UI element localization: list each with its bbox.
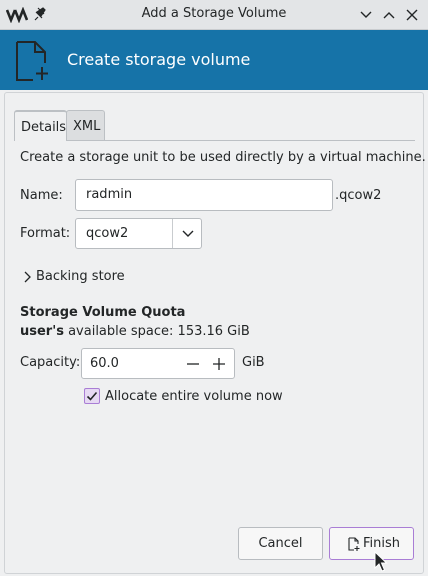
tab-divider bbox=[14, 140, 415, 141]
format-label: Format: bbox=[20, 226, 71, 241]
chevron-down-icon bbox=[360, 11, 372, 18]
name-suffix: .qcow2 bbox=[335, 188, 382, 203]
quota-user: user's bbox=[20, 324, 64, 339]
capacity-increment-button[interactable] bbox=[211, 356, 227, 372]
plus-icon bbox=[213, 358, 225, 370]
minus-icon bbox=[187, 363, 199, 365]
description-text: Create a storage unit to be used directl… bbox=[20, 150, 426, 165]
capacity-label: Capacity: bbox=[20, 355, 81, 370]
new-file-icon bbox=[16, 41, 48, 81]
capacity-spinbox[interactable]: 60.0 bbox=[81, 348, 235, 379]
quota-title: Storage Volume Quota bbox=[20, 305, 186, 320]
capacity-unit: GiB bbox=[242, 355, 265, 370]
capacity-decrement-button[interactable] bbox=[185, 356, 201, 372]
backing-store-label: Backing store bbox=[36, 269, 125, 284]
checkmark-icon bbox=[86, 391, 98, 401]
name-input[interactable]: radmin bbox=[75, 179, 333, 211]
header-banner: Create storage volume bbox=[0, 30, 428, 90]
quota-available-space: user's available space: 153.16 GiB bbox=[20, 324, 250, 339]
cancel-button[interactable]: Cancel bbox=[238, 527, 323, 560]
allocate-checkbox[interactable] bbox=[84, 388, 100, 404]
combo-separator bbox=[172, 219, 173, 248]
tab-xml[interactable]: XML bbox=[66, 110, 105, 141]
minimize-button[interactable] bbox=[358, 7, 374, 23]
close-button[interactable] bbox=[404, 7, 420, 23]
capacity-value: 60.0 bbox=[90, 356, 119, 371]
format-select[interactable]: qcow2 bbox=[75, 218, 202, 249]
allocate-label[interactable]: Allocate entire volume now bbox=[105, 389, 283, 404]
header-title: Create storage volume bbox=[67, 50, 251, 69]
finish-button[interactable]: Finish bbox=[329, 527, 414, 560]
maximize-button[interactable] bbox=[381, 7, 397, 23]
title-bar: Add a Storage Volume bbox=[0, 0, 428, 30]
finish-label: Finish bbox=[363, 536, 401, 551]
format-select-value: qcow2 bbox=[86, 226, 129, 241]
tab-details[interactable]: Details bbox=[14, 110, 67, 141]
chevron-up-icon bbox=[383, 12, 395, 19]
chevron-right-icon bbox=[24, 271, 31, 283]
quota-space-value: available space: 153.16 GiB bbox=[63, 324, 250, 339]
chevron-down-icon bbox=[182, 230, 194, 237]
new-file-icon bbox=[348, 537, 360, 551]
close-icon bbox=[406, 9, 418, 21]
name-label: Name: bbox=[20, 188, 63, 203]
